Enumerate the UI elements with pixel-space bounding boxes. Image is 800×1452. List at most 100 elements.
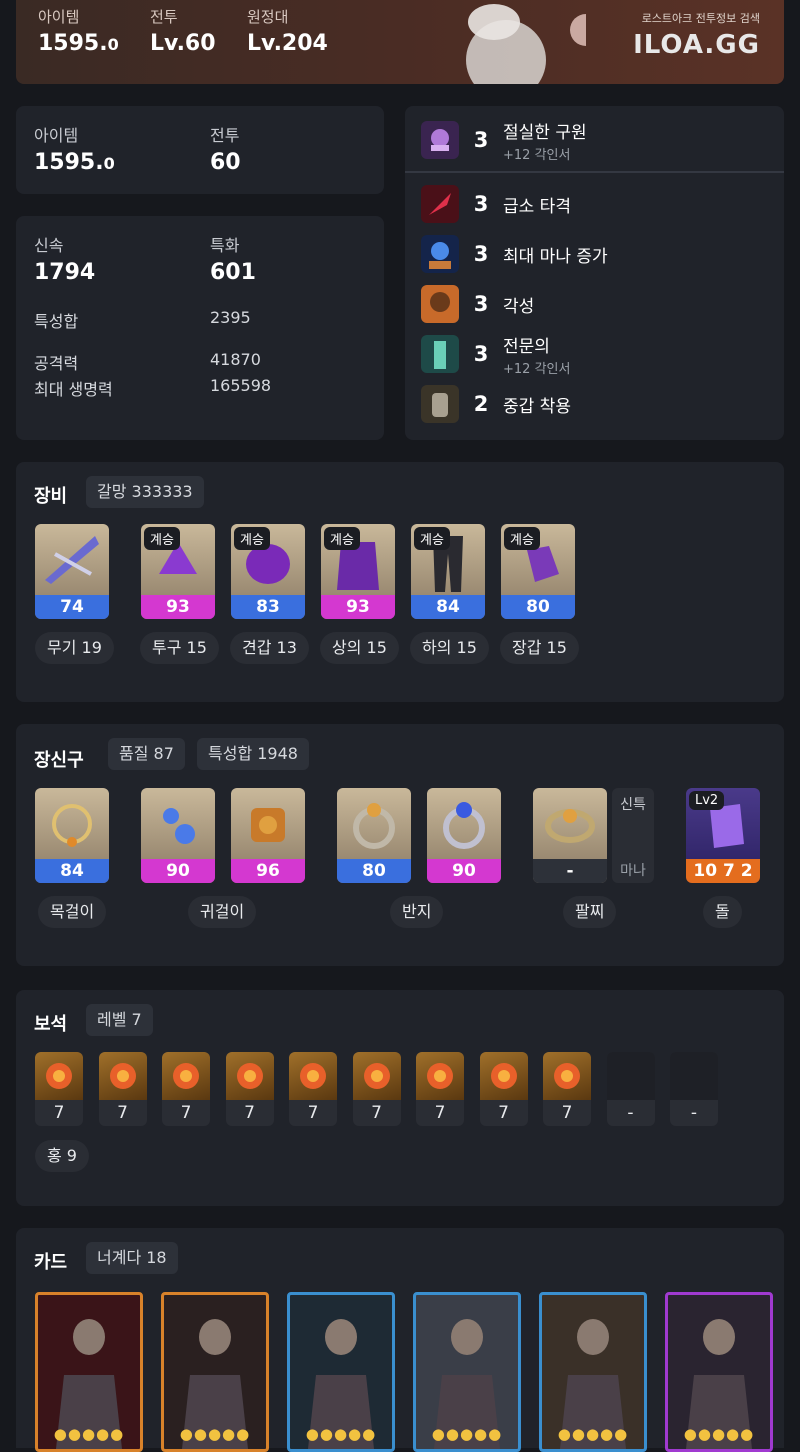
bracelet-label: 팔찌 — [563, 896, 617, 928]
necklace-slot[interactable]: 84 — [35, 788, 109, 883]
stat-total-label: 특성합 — [34, 312, 79, 331]
profile-banner: 아이템 1595.0 전투 Lv.60 원정대 Lv.204 로스트아크 전투정… — [16, 0, 784, 84]
banner-combat-value: Lv.60 — [150, 31, 216, 56]
skull-hand-icon — [421, 121, 459, 159]
card-slot[interactable]: ●●●●● — [539, 1292, 647, 1452]
gem-slot[interactable]: 7 — [162, 1052, 210, 1126]
ring-slot[interactable]: 80 — [337, 788, 411, 883]
banner-item-value: 1595. — [38, 31, 108, 56]
banner-roster-level: 원정대 Lv.204 — [247, 6, 328, 56]
gem-slot[interactable]: 7 — [543, 1052, 591, 1126]
succession-tag: 계승 — [414, 527, 450, 550]
stone-level-tag: Lv2 — [689, 791, 725, 810]
card-awakening-stars: ●●●●● — [557, 1425, 629, 1443]
swiftness-label: 신속 — [34, 236, 64, 255]
banner-roster-label: 원정대 — [247, 8, 289, 26]
quality-bar: 80 — [501, 595, 575, 619]
card-slot[interactable]: ●●●●● — [35, 1292, 143, 1452]
chest-label: 상의 15 — [320, 632, 399, 664]
item-level-decimal: 0 — [103, 154, 115, 173]
earring-icon — [251, 808, 285, 842]
engraving-row[interactable]: 3 최대 마나 증가 — [421, 234, 608, 274]
gem-slot[interactable]: 7 — [289, 1052, 337, 1126]
bracelet-slot[interactable]: - — [533, 788, 607, 883]
quality-bar: 93 — [141, 595, 215, 619]
gem-level: 7 — [371, 1103, 382, 1123]
shoulder-slot[interactable]: 계승 83 — [231, 524, 305, 619]
helmet-label: 투구 15 — [140, 632, 219, 664]
card-slot[interactable]: ●●●●● — [287, 1292, 395, 1452]
ruby-gem-icon — [289, 1052, 337, 1100]
heavy-armor-icon — [421, 385, 459, 423]
stat-total-value: 2395 — [210, 308, 251, 327]
gem-slot[interactable]: 7 — [352, 1052, 401, 1126]
gem-slot[interactable]: 7 — [416, 1052, 464, 1126]
ruby-gem-icon — [162, 1052, 210, 1100]
pants-label: 하의 15 — [410, 632, 489, 664]
weapon-label: 무기 19 — [35, 632, 114, 664]
quality-bar: - — [533, 859, 607, 883]
card-set-chip: 너계다 18 — [86, 1242, 178, 1274]
gem-level: - — [627, 1103, 634, 1123]
engraving-name: 전문의 — [503, 336, 550, 357]
banner-roster-value: Lv.204 — [247, 31, 328, 56]
logo-subtitle: 로스트아크 전투정보 검색 — [641, 12, 760, 25]
ruby-gem-icon — [416, 1052, 464, 1100]
ring-icon — [353, 803, 395, 849]
combat-level-label: 전투 — [210, 126, 240, 145]
engraving-divider — [405, 171, 784, 173]
combat-level-value: 60 — [210, 150, 241, 175]
stats-panel: 신속 1794 특화 601 특성합 2395 공격력 41870 최대 생명력… — [16, 216, 384, 440]
empty-gem-slot[interactable]: - — [606, 1052, 655, 1126]
specialization-value: 601 — [210, 260, 256, 285]
earring-slot[interactable]: 90 — [141, 788, 215, 883]
gem-slot[interactable]: 7 — [35, 1052, 83, 1126]
pants-slot[interactable]: 계승 84 — [411, 524, 485, 619]
engraving-row[interactable]: 3 전문의 +12 각인서 — [421, 334, 570, 377]
empty-gem-icon — [606, 1052, 655, 1100]
weapon-icon — [45, 536, 99, 584]
quality-bar: 90 — [427, 859, 501, 883]
bracelet-icon — [545, 809, 595, 843]
gloves-slot[interactable]: 계승 80 — [501, 524, 575, 619]
card-awakening-stars: ●●●●● — [179, 1425, 251, 1443]
succession-tag: 계승 — [504, 527, 540, 550]
empty-gem-slot[interactable]: - — [670, 1052, 718, 1126]
cards-panel: 카드 너계다 18 ●●●●● ●●●●● ●●●●● ●●●●● ●●●●● ●●●●● — [16, 1228, 784, 1452]
stone-label: 돌 — [703, 896, 742, 928]
gem-level: 7 — [498, 1103, 509, 1123]
engravings-panel: 3 절실한 구원 +12 각인서 3 급소 타격 3 최대 마나 증가 3 각성 … — [405, 106, 784, 440]
engraving-row[interactable]: 3 절실한 구원 +12 각인서 — [421, 120, 587, 163]
quality-bar: 84 — [411, 595, 485, 619]
equipment-panel: 장비 갈망 333333 74 계승 93 계승 83 계승 93 계승 84 … — [16, 462, 784, 702]
stone-engraving-values: 10 7 2 — [686, 859, 760, 883]
engraving-row[interactable]: 3 급소 타격 — [421, 184, 571, 224]
quality-bar: 74 — [35, 595, 109, 619]
engraving-level: 3 — [473, 192, 489, 216]
quality-bar: 93 — [321, 595, 395, 619]
gems-panel: 보석 레벨 7 7 7 7 7 7 7 7 7 7 - - 홍 9 — [16, 990, 784, 1206]
ability-stone-slot[interactable]: Lv2 10 7 2 — [686, 788, 760, 883]
card-awakening-stars: ●●●●● — [431, 1425, 503, 1443]
gem-slot[interactable]: 7 — [98, 1052, 147, 1126]
card-slot[interactable]: ●●●●● — [665, 1292, 773, 1452]
gems-title: 보석 — [34, 1014, 68, 1035]
earring-slot[interactable]: 96 — [231, 788, 305, 883]
weapon-slot[interactable]: 74 — [35, 524, 109, 619]
iloa-logo[interactable]: ILOA.GG — [633, 30, 760, 60]
card-slot[interactable]: ●●●●● — [161, 1292, 269, 1452]
max-hp-value: 165598 — [210, 376, 272, 395]
helmet-slot[interactable]: 계승 93 — [141, 524, 215, 619]
gem-level: 7 — [117, 1103, 128, 1123]
engraving-row[interactable]: 3 각성 — [421, 284, 534, 324]
stat-sum-chip: 특성합 1948 — [197, 738, 309, 770]
card-awakening-stars: ●●●●● — [683, 1425, 755, 1443]
gem-slot[interactable]: 7 — [225, 1052, 274, 1126]
character-portrait — [436, 0, 602, 84]
engraving-row[interactable]: 2 중갑 착용 — [421, 384, 571, 424]
ruby-gem-icon — [352, 1052, 401, 1100]
chest-slot[interactable]: 계승 93 — [321, 524, 395, 619]
ring-slot[interactable]: 90 — [427, 788, 501, 883]
card-slot[interactable]: ●●●●● — [413, 1292, 521, 1452]
gem-slot[interactable]: 7 — [479, 1052, 528, 1126]
